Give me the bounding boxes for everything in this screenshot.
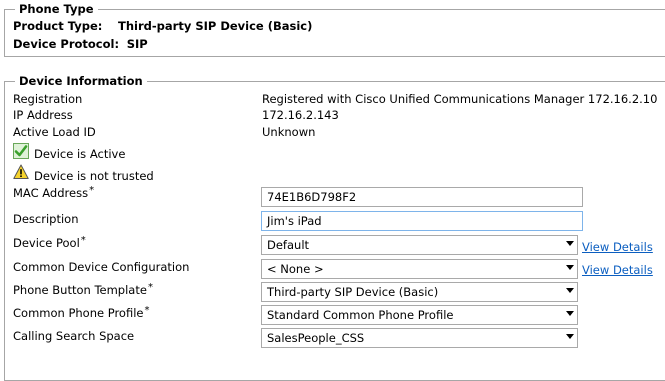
device-trust-status: Device is not trusted xyxy=(34,169,154,183)
common-device-config-select[interactable]: < None > xyxy=(261,259,578,279)
chevron-down-icon xyxy=(566,265,574,270)
required-marker: * xyxy=(89,185,95,196)
common-device-config-value: < None > xyxy=(267,262,324,276)
product-type-line: Product Type: Third-party SIP Device (Ba… xyxy=(13,19,312,33)
device-pool-label: Device Pool xyxy=(13,236,80,250)
phone-button-template-select[interactable]: Third-party SIP Device (Basic) xyxy=(261,282,578,302)
product-type-value: Third-party SIP Device (Basic) xyxy=(118,19,313,33)
required-marker: * xyxy=(80,235,86,246)
device-protocol-label: Device Protocol: xyxy=(13,37,120,51)
chevron-down-icon xyxy=(566,241,574,246)
calling-search-space-label: Calling Search Space xyxy=(13,329,135,343)
common-phone-profile-label-row: Common Phone Profile* xyxy=(13,305,150,322)
device-protocol-line: Device Protocol: SIP xyxy=(13,37,148,51)
registration-label: Registration xyxy=(13,92,83,106)
mac-address-input[interactable]: 74E1B6D798F2 xyxy=(261,187,583,207)
registration-value: Registered with Cisco Unified Communicat… xyxy=(262,92,658,106)
required-marker: * xyxy=(144,305,150,316)
active-load-value: Unknown xyxy=(262,125,316,139)
calling-search-space-value: SalesPeople_CSS xyxy=(267,331,365,345)
common-phone-profile-select[interactable]: Standard Common Phone Profile xyxy=(261,305,578,325)
warning-icon xyxy=(13,164,29,180)
calling-search-space-select[interactable]: SalesPeople_CSS xyxy=(261,328,578,348)
active-load-label: Active Load ID xyxy=(13,125,96,139)
device-information-legend: Device Information xyxy=(15,74,147,88)
chevron-down-icon xyxy=(566,334,574,339)
phone-button-template-value: Third-party SIP Device (Basic) xyxy=(267,285,439,299)
description-input[interactable]: Jim's iPad xyxy=(261,211,583,231)
description-label: Description xyxy=(13,212,79,226)
phone-type-legend: Phone Type xyxy=(15,2,98,16)
required-marker: * xyxy=(147,282,153,293)
device-pool-view-details-link[interactable]: View Details xyxy=(582,240,653,254)
ip-address-label: IP Address xyxy=(13,108,73,122)
phone-button-template-label-row: Phone Button Template* xyxy=(13,282,153,299)
product-type-label: Product Type: xyxy=(13,19,103,33)
common-phone-profile-label: Common Phone Profile xyxy=(13,306,144,320)
mac-address-label: MAC Address xyxy=(13,186,89,200)
device-pool-select[interactable]: Default xyxy=(261,235,578,255)
common-phone-profile-value: Standard Common Phone Profile xyxy=(267,308,454,322)
check-icon xyxy=(13,143,29,159)
mac-address-label-row: MAC Address* xyxy=(13,185,95,202)
device-pool-value: Default xyxy=(267,238,310,252)
common-device-config-view-details-link[interactable]: View Details xyxy=(582,263,653,277)
chevron-down-icon xyxy=(566,311,574,316)
common-device-config-label: Common Device Configuration xyxy=(13,260,190,274)
device-protocol-value: SIP xyxy=(126,37,148,51)
device-active-status: Device is Active xyxy=(34,147,126,161)
chevron-down-icon xyxy=(566,288,574,293)
phone-button-template-label: Phone Button Template xyxy=(13,283,147,297)
ip-address-value: 172.16.2.143 xyxy=(262,108,339,122)
device-pool-label-row: Device Pool* xyxy=(13,235,86,252)
